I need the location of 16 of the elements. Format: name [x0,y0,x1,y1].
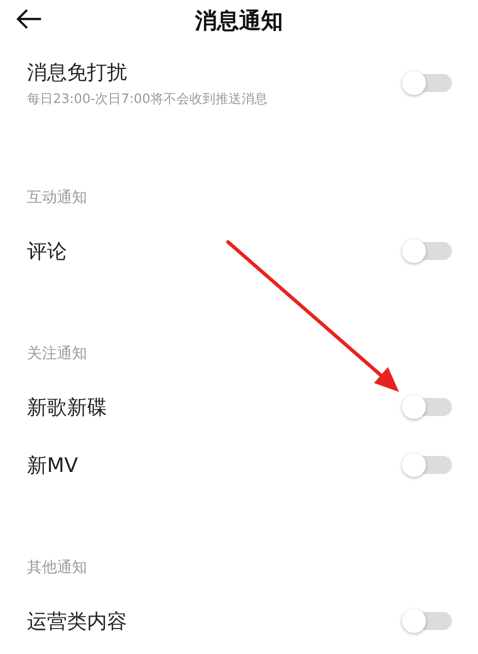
back-icon[interactable] [16,9,42,29]
toggle-switch[interactable] [402,609,452,633]
toggle-switch[interactable] [402,71,452,95]
setting-label: 运营类内容 [27,608,127,634]
setting-description: 每日23:00-次日7:00将不会收到推送消息 [27,90,268,108]
setting-label: 新MV [27,452,78,478]
section-title: 互动通知 [26,186,88,208]
setting-label: 新歌新碟 [27,394,107,420]
setting-label: 消息免打扰 [27,58,128,86]
toggle-switch[interactable] [402,453,452,477]
setting-label: 评论 [27,238,67,264]
section-title: 其他通知 [26,556,88,578]
page-title: 消息通知 [195,8,283,36]
toggle-switch[interactable] [402,395,452,419]
toggle-switch[interactable] [402,239,452,263]
section-title: 关注通知 [26,342,88,364]
